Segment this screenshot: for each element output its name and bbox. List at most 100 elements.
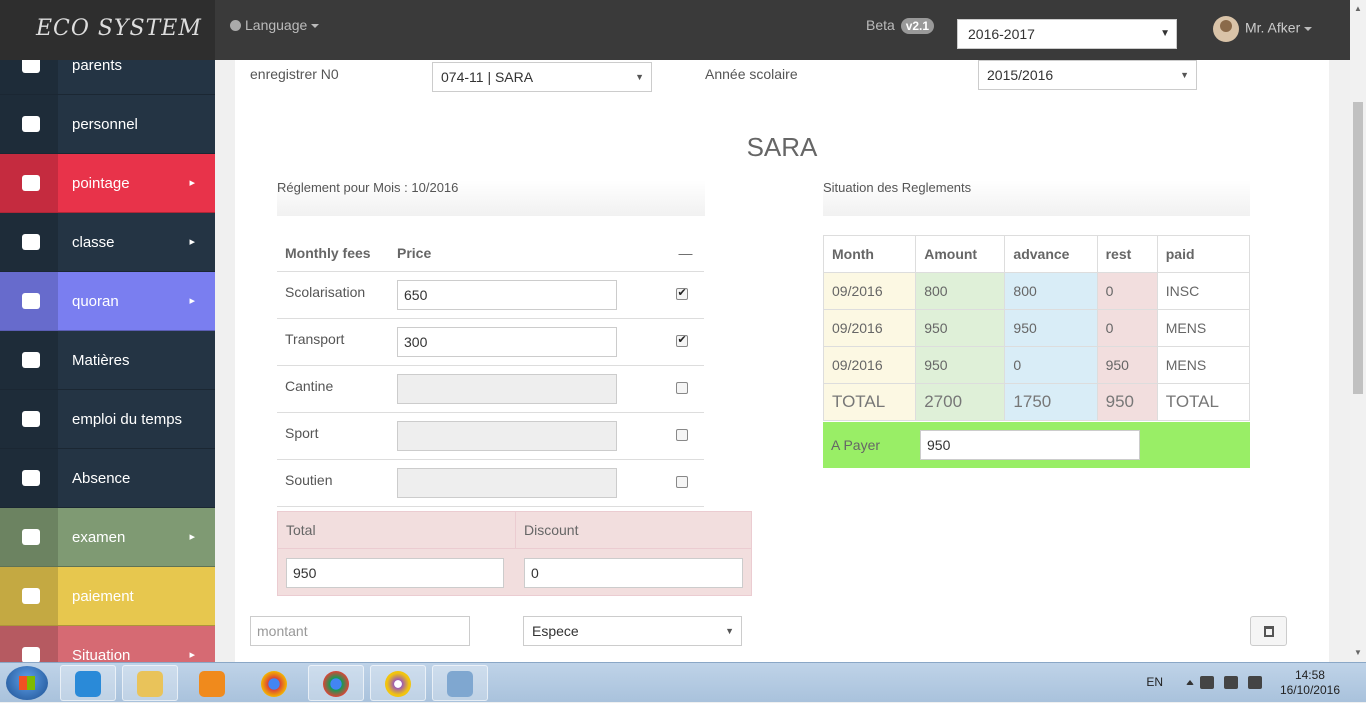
col-amount: Amount (915, 235, 1006, 273)
brand-logo[interactable]: ECO SYSTEM (0, 0, 215, 60)
table-cell: 09/2016 (822, 309, 917, 347)
avatar (1213, 16, 1239, 42)
payment-method-select[interactable]: Espece ▼ (523, 616, 742, 646)
scroll-down-icon[interactable]: ▼ (1354, 648, 1362, 657)
clock[interactable]: 14:58 16/10/2016 (1280, 668, 1340, 698)
amount-input[interactable]: montant (250, 616, 470, 646)
sidebar-item-situation[interactable]: Situation ▸ (0, 626, 215, 662)
fee-checkbox[interactable] (675, 286, 688, 300)
sidebar-item-pointage[interactable]: pointage ▸ (0, 154, 215, 213)
table-cell: 950 (915, 309, 1006, 347)
taskbar-chrome-2[interactable] (308, 665, 364, 701)
user-name: Mr. Afker (1245, 19, 1301, 36)
scrollbar-thumb[interactable] (1353, 102, 1363, 394)
top-navbar: ECO SYSTEM Language Beta v2.1 2016-2017 … (0, 0, 1350, 60)
monitor-icon[interactable] (1224, 676, 1238, 689)
taskbar-chrome[interactable] (246, 665, 302, 701)
fee-price-input[interactable] (397, 373, 617, 404)
total-cell: 1750 (1004, 383, 1098, 421)
fee-checkbox[interactable] (675, 333, 688, 347)
folder-icon (137, 671, 163, 697)
chevron-down-icon: ▼ (635, 72, 644, 82)
table-cell: INSC (1156, 272, 1251, 310)
fee-price-input[interactable] (397, 420, 617, 451)
table-cell: 950 (1096, 346, 1158, 384)
fee-name: Soutien (277, 459, 389, 507)
taskbar-internet-explorer[interactable] (60, 665, 116, 701)
sidebar-item-paiement[interactable]: paiement (0, 567, 215, 626)
fee-checkbox[interactable] (675, 381, 688, 394)
language-menu[interactable]: Language (230, 17, 320, 33)
sidebar-item-examen[interactable]: examen ▸ (0, 508, 215, 567)
page-scrollbar[interactable]: ▲ ▼ (1350, 0, 1366, 662)
col-rest: rest (1096, 235, 1158, 273)
start-button[interactable] (6, 666, 48, 700)
input-language[interactable]: EN (1146, 675, 1163, 689)
sidebar-item-emploi-du-temps[interactable]: emploi du temps (0, 390, 215, 449)
users-icon (22, 116, 40, 132)
fees-panel-heading: Réglement pour Mois : 10/2016 (277, 180, 705, 216)
chevron-right-icon: ▸ (189, 531, 195, 543)
total-cell: TOTAL (822, 383, 917, 421)
sidebar-item-label: paiement (72, 588, 134, 605)
taskbar-paint[interactable] (432, 665, 488, 701)
table-cell: 09/2016 (822, 346, 917, 384)
table-cell: 0 (1004, 346, 1098, 384)
fee-price-input[interactable]: 650 (397, 279, 617, 310)
fee-name: Cantine (277, 365, 389, 413)
fee-price-input[interactable]: 300 (397, 326, 617, 357)
total-label: Total (278, 512, 516, 549)
clock-date: 16/10/2016 (1279, 683, 1340, 697)
paint-palette-icon (447, 671, 473, 697)
list-icon (22, 647, 40, 662)
delete-button[interactable] (1250, 616, 1287, 646)
taskbar-file-explorer[interactable] (122, 665, 178, 701)
user-menu[interactable]: Mr. Afker (1213, 16, 1313, 42)
a-payer-input[interactable]: 950 (920, 430, 1140, 460)
fee-row: Cantine (277, 365, 704, 413)
globe-icon (230, 20, 241, 31)
sidebar-item-classe[interactable]: classe ▸ (0, 213, 215, 272)
sidebar-item-label: pointage (72, 175, 130, 192)
fee-checkbox[interactable] (675, 475, 688, 488)
table-cell: 0 (1096, 309, 1158, 347)
total-input[interactable]: 950 (286, 558, 504, 588)
taskbar-app-pinwheel[interactable] (370, 665, 426, 701)
show-hidden-icons-icon[interactable] (1186, 680, 1194, 685)
sidebar-item-personnel[interactable]: personnel (0, 95, 215, 154)
discount-input[interactable]: 0 (524, 558, 743, 588)
sidebar-item-parents[interactable]: parents (0, 60, 215, 95)
media-player-icon (199, 671, 225, 697)
credit-card-icon (22, 588, 40, 604)
year-label: Année scolaire (705, 66, 798, 82)
chevron-right-icon: ▸ (189, 177, 195, 189)
sidebar-item-label: Situation (72, 647, 131, 662)
totals-panel: Total Discount 950 0 (277, 511, 752, 596)
chrome-icon (261, 671, 287, 697)
total-cell: TOTAL (1156, 383, 1251, 421)
fee-checkbox[interactable] (675, 428, 688, 441)
fee-name: Sport (277, 412, 389, 460)
total-cell: 2700 (915, 383, 1006, 421)
sidebar-item-absence[interactable]: Absence (0, 449, 215, 508)
sidebar-item-mati-res[interactable]: Matières (0, 331, 215, 390)
table-cell: MENS (1156, 309, 1251, 347)
network-icon[interactable] (1200, 676, 1214, 689)
chevron-down-icon: ▼ (1160, 28, 1170, 39)
col-monthly-fees: Monthly fees (277, 235, 389, 272)
sidebar-item-label: emploi du temps (72, 411, 183, 428)
chevron-down-icon: ▼ (725, 626, 734, 636)
fee-price-input[interactable] (397, 467, 617, 498)
school-year-select[interactable]: 2016-2017 ▼ (957, 19, 1177, 49)
caret-down-icon (1304, 27, 1313, 31)
volume-icon[interactable] (1248, 676, 1262, 689)
scroll-up-icon[interactable]: ▲ (1354, 4, 1362, 13)
year-select[interactable]: 2015/2016 ▼ (978, 60, 1197, 90)
sidebar-item-quoran[interactable]: quoran ▸ (0, 272, 215, 331)
taskbar-media-player[interactable] (184, 665, 240, 701)
trophy-icon (22, 293, 40, 309)
clock-icon (22, 175, 40, 191)
record-select[interactable]: 074-11 | SARA ▼ (432, 62, 652, 92)
main-content: enregistrer N0 074-11 | SARA ▼ Année sco… (235, 60, 1329, 662)
a-payer-row: A Payer 950 (823, 422, 1250, 468)
